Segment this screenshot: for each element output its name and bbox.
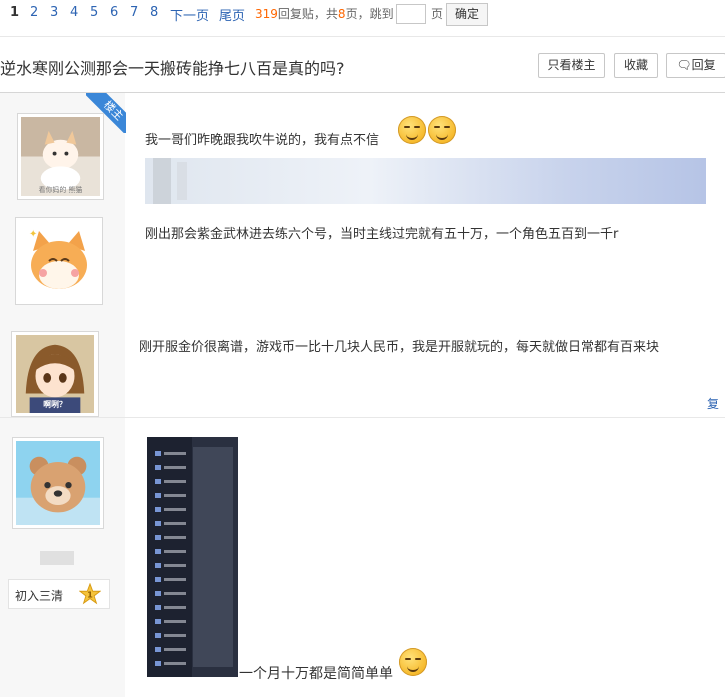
jump-page-input[interactable] (396, 4, 426, 24)
svg-text:✦: ✦ (29, 229, 37, 240)
post-3-image[interactable] (147, 437, 238, 677)
username-blurred[interactable] (40, 551, 74, 565)
post-1-text-line1: 我一哥们昨晚跟我吹牛说的，我有点不信 (145, 133, 380, 148)
page-suffix: 页， (345, 7, 370, 21)
favorite-button[interactable]: 收藏 (614, 53, 658, 78)
pagination-bar: 1 2 3 4 5 6 7 8 下一页 尾页 319回复贴，共8页，跳到 页 确… (0, 0, 725, 32)
thread-title: 逆水寒刚公测那会一天搬砖能挣七八百是真的吗? (0, 59, 345, 78)
page-link-3[interactable]: 3 (50, 5, 58, 20)
next-page-link[interactable]: 下一页 (170, 5, 209, 24)
last-page-link[interactable]: 尾页 (219, 5, 245, 24)
page-link-8[interactable]: 8 (150, 5, 158, 20)
avatar-caption: 看你妈的 熊猫 (39, 185, 83, 194)
page-current: 1 (10, 5, 20, 20)
post-image-strip (145, 158, 706, 204)
smug-emoji-icon (398, 116, 426, 144)
avatar-anime-girl[interactable]: 啊咧？ (11, 331, 99, 417)
comment-icon: 🗨 (676, 58, 692, 72)
page-link-2[interactable]: 2 (30, 5, 38, 20)
happy-emoji-icon (399, 648, 427, 676)
jump-unit: 页 (431, 7, 444, 21)
post-divider (0, 417, 725, 418)
shiba-avatar-image: ✦ (19, 221, 99, 301)
post-2-reply-link[interactable]: 复 (707, 395, 719, 412)
page-link-7[interactable]: 7 (130, 5, 138, 20)
reply-suffix: 回复贴，共 (277, 7, 338, 21)
anime-avatar-image: 啊咧？ (16, 335, 94, 413)
post-3-text: 一个月十万都是简简单单 (239, 666, 393, 682)
game-account-list-image (147, 437, 238, 677)
cat-avatar-image: 看你妈的 熊猫 (21, 117, 100, 196)
confirm-jump-button[interactable]: 确定 (446, 3, 488, 26)
page-link-6[interactable]: 6 (110, 5, 118, 20)
thread-title-bar: 逆水寒刚公测那会一天搬砖能挣七八百是真的吗? 只看楼主 收藏 🗨回复 (0, 36, 725, 93)
avatar-bear[interactable] (12, 437, 104, 529)
bear-avatar-image (16, 441, 100, 525)
avatar-cat[interactable]: 看你妈的 熊猫 (17, 113, 104, 200)
post-1-text-line2: 刚出那会紫金武林进去练六个号，当时主线过完就有五十万，一个角色五百到一千r (145, 227, 619, 242)
page-total: 8 (337, 7, 346, 21)
post-2-text: 刚开服金价很离谱，游戏币一比十几块人民币，我是开服就玩的，每天就做日常都有百来块 (139, 340, 660, 355)
only-op-button[interactable]: 只看楼主 (538, 53, 605, 78)
reply-button-label: 回复 (691, 58, 716, 72)
level-number: 1 (87, 590, 93, 600)
page-link-5[interactable]: 5 (90, 5, 98, 20)
user-level-badge: 初入三清 1 (8, 579, 110, 609)
avatar-shiba[interactable]: ✦ (15, 217, 103, 305)
jump-label: 跳到 (369, 7, 394, 21)
anime-avatar-caption: 啊咧？ (43, 399, 66, 409)
page-link-4[interactable]: 4 (70, 5, 78, 20)
reply-count: 319 (255, 7, 278, 21)
star-icon: 1 (78, 582, 102, 605)
level-label: 初入三清 (15, 589, 64, 603)
reply-count-info: 319回复贴，共8页，跳到 (255, 5, 394, 22)
post-1-image[interactable] (145, 158, 706, 204)
reply-button[interactable]: 🗨回复 (666, 53, 725, 78)
smug-emoji-icon-2 (428, 116, 456, 144)
